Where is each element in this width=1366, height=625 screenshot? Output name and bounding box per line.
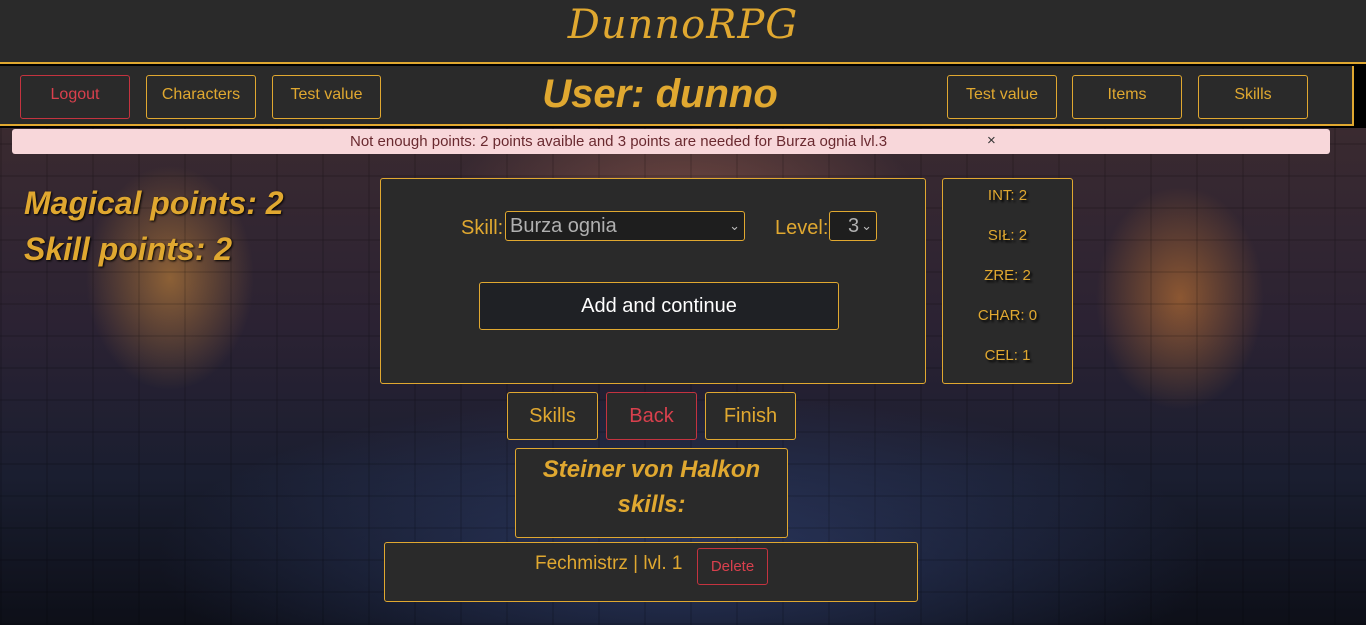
alert-message: Not enough points: 2 points avaible and … [350,133,888,150]
logout-button[interactable]: Logout [20,75,130,119]
skill-list: Fechmistrz | lvl. 1 Delete [384,542,918,602]
level-select[interactable]: 3 ⌄ [829,211,877,241]
add-and-continue-button[interactable]: Add and continue [479,282,839,330]
close-icon[interactable]: × [987,132,996,149]
stat-sil: SIŁ: 2 [987,227,1028,244]
stat-char: CHAR: 0 [977,307,1038,324]
app-header: DunnoRPG [0,0,1366,64]
test-value-button-right[interactable]: Test value [947,75,1057,119]
skill-select-value: Burza ognia [510,215,617,237]
test-value-button-left[interactable]: Test value [272,75,381,119]
magical-points: Magical points: 2 [24,185,284,221]
level-label: Level: [775,217,829,239]
finish-button[interactable]: Finish [705,392,796,440]
level-select-value: 3 [848,215,860,237]
chevron-down-icon: ⌄ [729,218,740,233]
skill-points: Skill points: 2 [24,231,233,267]
skill-label: Skill: [461,217,504,239]
skills-heading-suffix: skills: [617,491,686,518]
navbar: Logout Characters Test value User: dunno… [0,66,1354,126]
skill-form-panel: Skill: Burza ognia ⌄ Level: 3 ⌄ Add and … [380,178,926,384]
points-summary: Magical points: 2 Skill points: 2 [24,180,284,272]
skill-select[interactable]: Burza ognia ⌄ [505,211,745,241]
skill-entry-text: Fechmistrz | lvl. 1 [535,553,683,574]
character-name: Steiner von Halkon [542,456,761,483]
items-button[interactable]: Items [1072,75,1182,119]
delete-button[interactable]: Delete [697,548,768,585]
error-alert: Not enough points: 2 points avaible and … [12,129,1330,154]
back-button[interactable]: Back [606,392,697,440]
character-skills-heading: Steiner von Halkon skills: [515,448,788,538]
skills-nav-button[interactable]: Skills [1198,75,1308,119]
characters-button[interactable]: Characters [146,75,256,119]
stat-zre: ZRE: 2 [984,267,1031,284]
skills-button[interactable]: Skills [507,392,598,440]
user-title: User: dunno [542,72,778,116]
stats-panel: INT: 2 SIŁ: 2 ZRE: 2 CHAR: 0 CEL: 1 [942,178,1073,384]
stat-cel: CEL: 1 [984,347,1031,364]
chevron-down-icon: ⌄ [861,218,872,233]
stat-int: INT: 2 [987,187,1028,204]
app-title: DunnoRPG [567,2,799,48]
